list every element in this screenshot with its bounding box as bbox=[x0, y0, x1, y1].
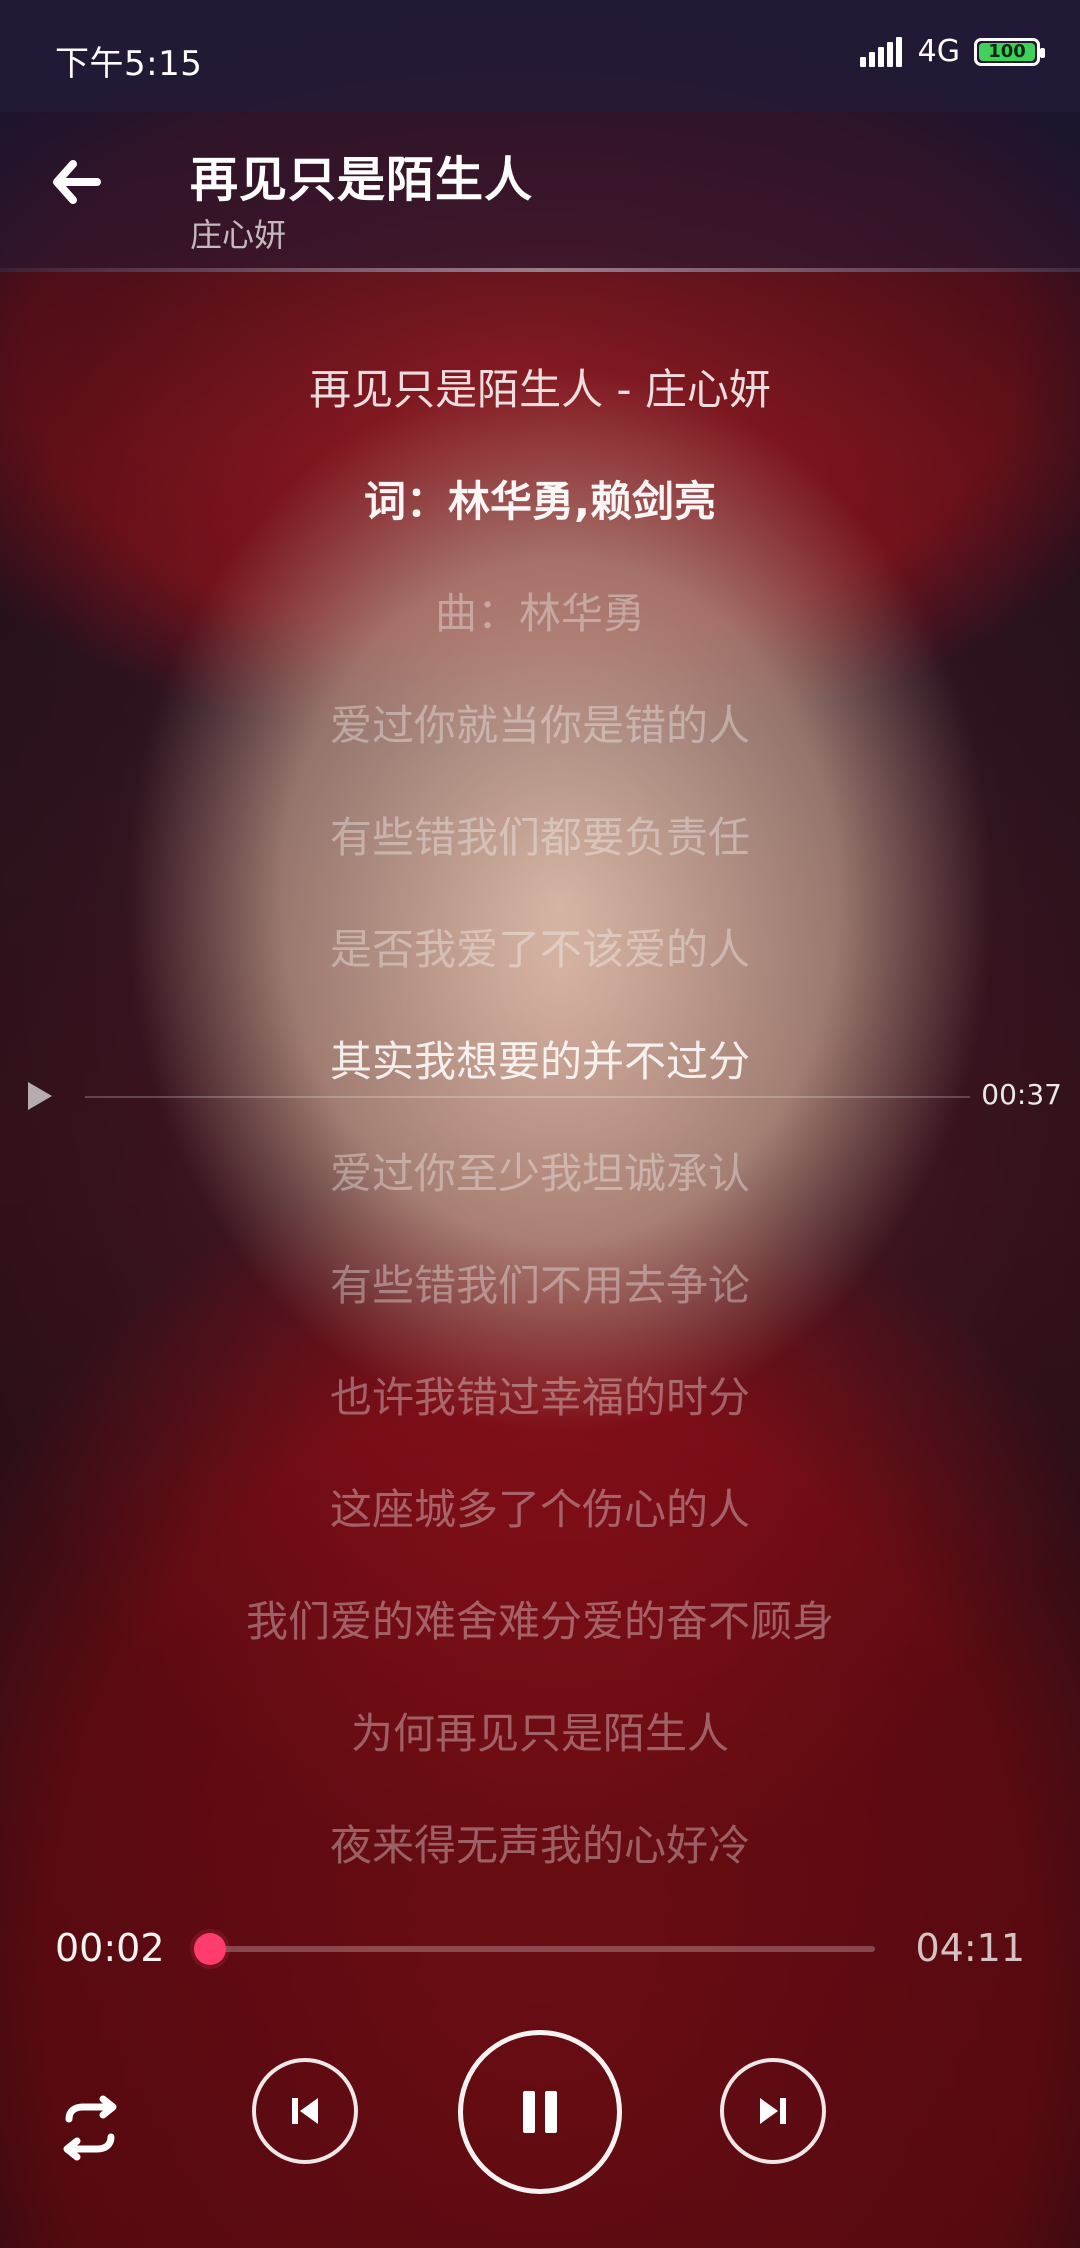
lyric-line[interactable]: 爱过你至少我坦诚承认 bbox=[0, 1144, 1080, 1204]
lyrics-seek-play-button[interactable] bbox=[18, 1076, 58, 1116]
status-time: 下午5:15 bbox=[55, 44, 203, 84]
current-time: 00:02 bbox=[55, 1926, 165, 1970]
lyric-line[interactable]: 为何再见只是陌生人 bbox=[0, 1704, 1080, 1764]
lyric-line[interactable]: 也许我错过幸福的时分 bbox=[0, 1368, 1080, 1428]
status-bar: 下午5:15 4G 100 bbox=[0, 0, 1080, 112]
skip-previous-icon bbox=[278, 2084, 332, 2138]
lyric-line[interactable]: 词：林华勇,赖剑亮 bbox=[0, 472, 1080, 532]
lyric-line[interactable]: 是否我爱了不该爱的人 bbox=[0, 920, 1080, 980]
status-indicators: 4G 100 bbox=[859, 34, 1045, 69]
progress-knob[interactable] bbox=[194, 1933, 226, 1965]
battery-icon: 100 bbox=[974, 37, 1045, 66]
player-header: 再见只是陌生人 庄心妍 bbox=[0, 112, 1080, 272]
progress-bar[interactable] bbox=[194, 1933, 875, 1965]
next-track-button[interactable] bbox=[720, 2058, 826, 2164]
song-title: 再见只是陌生人 bbox=[190, 152, 534, 208]
lyric-line[interactable]: 曲：林华勇 bbox=[0, 584, 1080, 644]
header-divider bbox=[0, 268, 1080, 272]
battery-level: 100 bbox=[988, 41, 1026, 62]
total-time: 04:11 bbox=[915, 1926, 1025, 1970]
lyric-line[interactable]: 我们爱的难舍难分爱的奋不顾身 bbox=[0, 1592, 1080, 1652]
play-pause-button[interactable] bbox=[458, 2030, 622, 2194]
song-artist: 庄心妍 bbox=[190, 216, 287, 254]
pause-icon bbox=[505, 2077, 575, 2147]
lyric-line[interactable]: 爱过你就当你是错的人 bbox=[0, 696, 1080, 756]
back-button[interactable] bbox=[40, 147, 110, 217]
lyric-line[interactable]: 夜来得无声我的心好冷 bbox=[0, 1816, 1080, 1876]
back-arrow-icon bbox=[47, 154, 103, 210]
network-type: 4G bbox=[917, 34, 960, 69]
play-triangle-icon bbox=[18, 1076, 58, 1116]
signal-strength-icon bbox=[859, 36, 904, 67]
lyric-line[interactable]: 再见只是陌生人 - 庄心妍 bbox=[0, 360, 1080, 420]
lyrics-view[interactable]: 再见只是陌生人 - 庄心妍 词：林华勇,赖剑亮 曲：林华勇爱过你就当你是错的人 有些错… bbox=[0, 360, 1080, 1920]
lyric-line[interactable]: 这座城多了个伤心的人 bbox=[0, 1480, 1080, 1540]
previous-track-button[interactable] bbox=[252, 2058, 358, 2164]
playback-progress: 00:02 04:11 bbox=[0, 1920, 1080, 2030]
playback-controls bbox=[0, 2030, 1080, 2230]
lyric-line[interactable]: 其实我想要的并不过分 bbox=[0, 1032, 1080, 1092]
lyric-line[interactable]: 有些错我们不用去争论 bbox=[0, 1256, 1080, 1316]
lyric-line[interactable]: 有些错我们都要负责任 bbox=[0, 808, 1080, 868]
repeat-icon bbox=[51, 2089, 129, 2167]
skip-next-icon bbox=[746, 2084, 800, 2138]
music-player-screen: 下午5:15 4G 100 再见只是陌生人 庄心妍 再见只是陌生人 - 庄心妍词 bbox=[0, 0, 1080, 2248]
repeat-button[interactable] bbox=[40, 2078, 140, 2178]
